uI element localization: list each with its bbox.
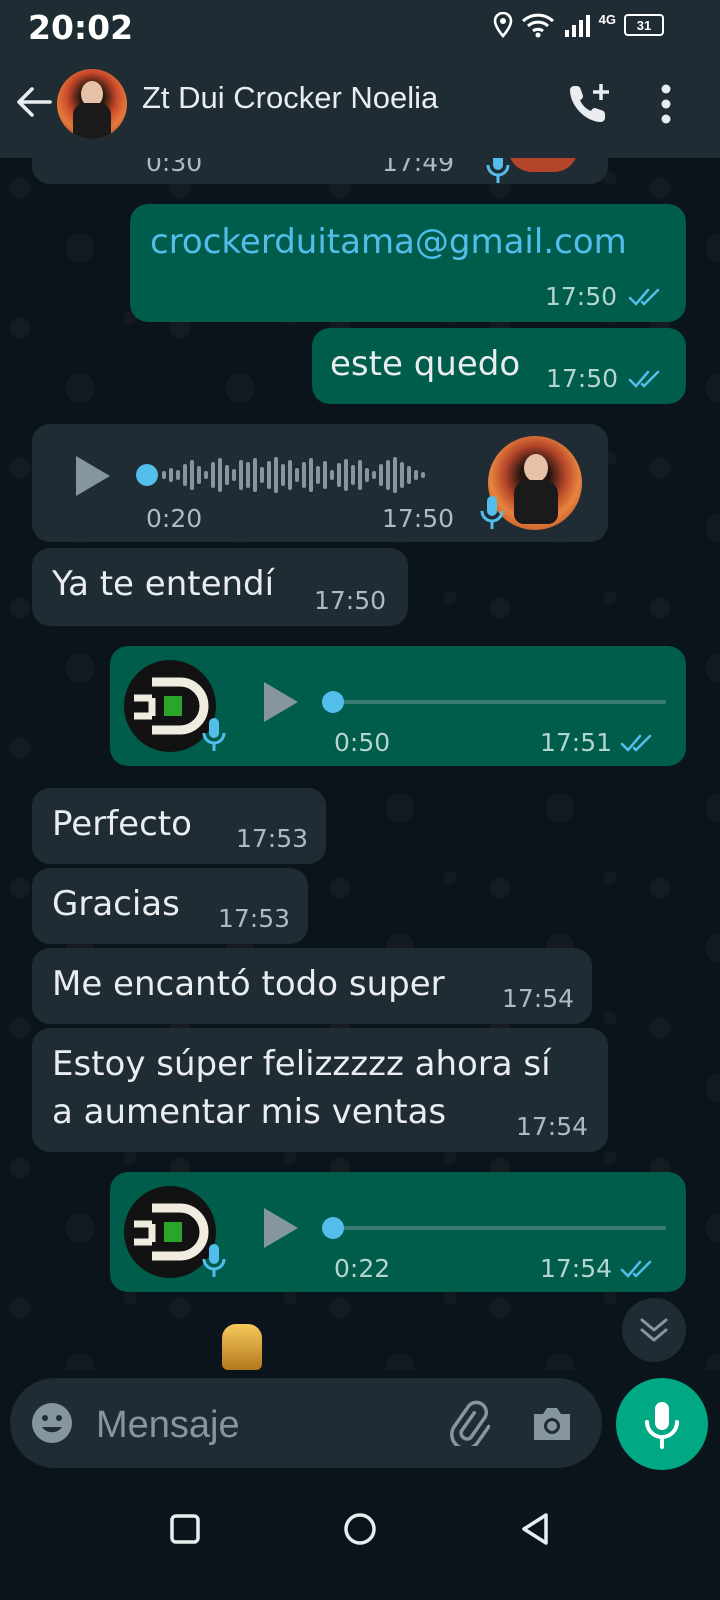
nav-back-icon[interactable] — [510, 1504, 560, 1554]
decorative-bell-icon — [222, 1324, 262, 1370]
message-time: 17:50 — [314, 586, 387, 615]
message-bubble-outgoing-audio[interactable]: 0:22 17:54 — [110, 1172, 686, 1292]
message-time: 17:54 — [540, 1254, 613, 1283]
message-input[interactable] — [94, 1402, 418, 1448]
more-vert-icon[interactable] — [660, 84, 672, 124]
chat-area[interactable]: 0:30 17:49 crockerduitama@gmail.com 17:5… — [0, 158, 720, 1370]
audio-waveform[interactable] — [162, 455, 425, 495]
audio-progress-track[interactable] — [332, 1226, 666, 1230]
contact-avatar[interactable] — [57, 69, 127, 139]
back-arrow-icon[interactable] — [14, 82, 54, 122]
double-check-icon — [628, 370, 660, 388]
mic-icon — [202, 718, 226, 751]
message-text: Ya te entendí — [52, 564, 275, 604]
audio-duration: 0:20 — [146, 504, 203, 533]
message-time: 17:54 — [502, 984, 575, 1013]
message-bubble-incoming[interactable]: Perfecto 17:53 — [32, 788, 326, 864]
audio-progress-handle[interactable] — [322, 691, 344, 713]
message-time: 17:53 — [218, 904, 291, 933]
message-composer — [10, 1378, 602, 1468]
emoji-icon[interactable] — [30, 1401, 74, 1445]
audio-progress-track[interactable] — [332, 700, 666, 704]
battery-level: 31 — [636, 17, 652, 33]
message-text: Gracias — [52, 884, 180, 924]
mic-icon — [480, 496, 504, 529]
wifi-icon — [521, 13, 554, 38]
message-time: 17:53 — [236, 824, 309, 853]
message-bubble-incoming-audio[interactable]: 0:30 17:49 — [32, 158, 608, 184]
location-icon — [493, 12, 512, 38]
play-icon[interactable] — [260, 1206, 300, 1250]
voice-record-button[interactable] — [616, 1378, 708, 1470]
audio-duration: 0:50 — [334, 728, 391, 757]
message-bubble-outgoing[interactable]: crockerduitama@gmail.com 17:50 — [130, 204, 686, 322]
signal-icon — [564, 15, 590, 37]
message-link[interactable]: crockerduitama@gmail.com — [150, 222, 627, 262]
message-bubble-incoming-audio[interactable]: 0:20 17:50 — [32, 424, 608, 542]
message-bubble-outgoing-audio[interactable]: 0:50 17:51 — [110, 646, 686, 766]
audio-duration: 0:22 — [334, 1254, 391, 1283]
network-type-label: 4G — [598, 11, 616, 27]
status-icons: 4G 31 — [493, 10, 664, 40]
message-text-line: a aumentar mis ventas — [52, 1092, 447, 1132]
contact-avatar — [508, 158, 578, 172]
mic-icon — [645, 1402, 679, 1449]
chat-header: Zt Dui Crocker Noelia — [0, 52, 720, 158]
message-time: 17:49 — [382, 158, 455, 177]
message-bubble-incoming[interactable]: Me encantó todo super 17:54 — [32, 948, 592, 1024]
play-icon[interactable] — [72, 454, 112, 498]
battery-icon: 31 — [624, 14, 664, 36]
message-time: 17:54 — [516, 1112, 589, 1141]
message-bubble-outgoing[interactable]: este quedo 17:50 — [312, 328, 686, 404]
mic-icon — [486, 158, 510, 183]
play-icon[interactable] — [260, 680, 300, 724]
double-check-icon — [620, 734, 652, 752]
audio-duration: 0:30 — [146, 158, 203, 177]
nav-square-icon[interactable] — [160, 1504, 210, 1554]
message-bubble-incoming[interactable]: Estoy súper felizzzzz ahora sí a aumenta… — [32, 1028, 608, 1152]
message-text-line: Estoy súper felizzzzz ahora sí — [52, 1044, 551, 1084]
status-bar: 20:02 4G 31 — [0, 0, 720, 52]
mic-icon — [202, 1244, 226, 1277]
message-time: 17:50 — [545, 282, 618, 311]
message-bubble-incoming[interactable]: Gracias 17:53 — [32, 868, 308, 944]
message-time: 17:51 — [540, 728, 613, 757]
camera-icon[interactable] — [530, 1402, 574, 1444]
message-bubble-incoming[interactable]: Ya te entendí 17:50 — [32, 548, 408, 626]
double-check-icon — [628, 288, 660, 306]
message-time: 17:50 — [382, 504, 455, 533]
add-call-icon[interactable] — [568, 82, 614, 124]
nav-circle-icon[interactable] — [335, 1504, 385, 1554]
system-navigation-bar — [0, 1474, 720, 1600]
audio-progress-handle[interactable] — [322, 1217, 344, 1239]
message-text: Me encantó todo super — [52, 964, 445, 1004]
message-time: 17:50 — [546, 364, 619, 393]
audio-progress-handle[interactable] — [136, 464, 158, 486]
double-check-icon — [620, 1260, 652, 1278]
message-text: Perfecto — [52, 804, 192, 844]
message-text: este quedo — [330, 344, 521, 384]
scroll-to-bottom-button[interactable] — [622, 1298, 686, 1362]
contact-name[interactable]: Zt Dui Crocker Noelia — [142, 80, 438, 116]
chevron-down-icon — [640, 1318, 668, 1342]
status-time: 20:02 — [28, 8, 134, 47]
attach-icon[interactable] — [446, 1400, 490, 1446]
